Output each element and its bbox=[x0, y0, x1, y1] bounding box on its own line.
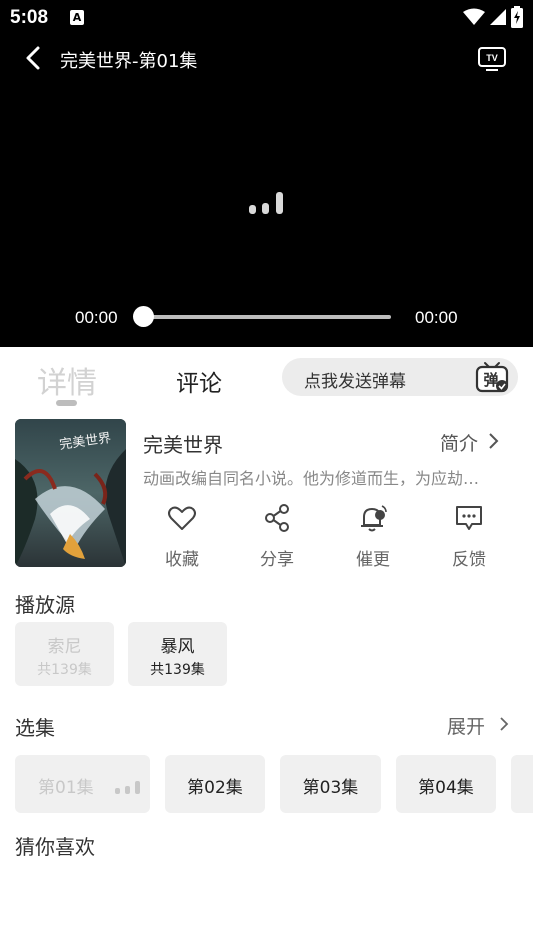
urge-update-button[interactable]: 催更 bbox=[343, 503, 403, 570]
wifi-icon bbox=[463, 8, 485, 25]
progress-thumb[interactable] bbox=[133, 306, 154, 327]
danmaku-input[interactable]: 点我发送弹幕 弹 bbox=[282, 358, 518, 396]
feedback-button[interactable]: 反馈 bbox=[439, 503, 499, 570]
episode-button[interactable]: 第04集 bbox=[396, 755, 496, 813]
source-count: 共139集 bbox=[150, 662, 205, 678]
episode-button-partial[interactable] bbox=[511, 755, 533, 813]
episode-button[interactable]: 第01集 bbox=[15, 755, 150, 813]
danmaku-toggle-icon[interactable]: 弹 bbox=[475, 360, 509, 394]
svg-text:TV: TV bbox=[486, 53, 498, 63]
expand-episodes-link[interactable]: 展开 bbox=[447, 712, 509, 739]
total-time: 00:00 bbox=[415, 308, 458, 327]
bell-icon bbox=[361, 505, 387, 532]
progress-bar[interactable] bbox=[142, 315, 391, 319]
status-bar: 5:08 A bbox=[0, 0, 533, 34]
signal-icon bbox=[490, 9, 506, 25]
episode-label: 第01集 bbox=[38, 778, 94, 798]
expand-label: 展开 bbox=[447, 716, 486, 738]
anime-title: 完美世界 bbox=[143, 433, 223, 457]
feedback-label: 反馈 bbox=[452, 550, 486, 570]
share-label: 分享 bbox=[260, 550, 294, 570]
notification-icon: A bbox=[70, 10, 84, 25]
source-section-title: 播放源 bbox=[15, 593, 75, 617]
episode-label: 第04集 bbox=[418, 778, 474, 798]
intro-link[interactable]: 简介 bbox=[440, 429, 499, 456]
episode-label: 第03集 bbox=[302, 778, 359, 798]
video-player[interactable]: 5:08 A 完美世界-第01集 TV 00:00 00:00 bbox=[0, 0, 533, 347]
chevron-right-icon bbox=[500, 717, 509, 731]
favorite-button[interactable]: 收藏 bbox=[152, 503, 212, 570]
synopsis[interactable]: 动画改编自同名小说。他为修道而生，为应劫… bbox=[143, 465, 513, 489]
favorite-label: 收藏 bbox=[165, 550, 199, 570]
share-icon bbox=[265, 504, 289, 532]
episode-label: 第02集 bbox=[187, 778, 243, 798]
source-count: 共139集 bbox=[37, 662, 92, 678]
tv-cast-icon[interactable]: TV bbox=[477, 44, 507, 72]
current-time: 00:00 bbox=[75, 308, 118, 327]
danmaku-placeholder: 点我发送弹幕 bbox=[304, 372, 406, 392]
feedback-icon bbox=[456, 506, 482, 530]
urge-update-label: 催更 bbox=[356, 550, 390, 570]
tab-indicator bbox=[56, 400, 77, 406]
source-option[interactable]: 暴风 共139集 bbox=[128, 622, 227, 686]
tab-comments[interactable]: 评论 bbox=[176, 364, 222, 398]
player-top-bar: 完美世界-第01集 TV bbox=[0, 38, 533, 78]
chevron-right-icon bbox=[489, 433, 499, 449]
video-title: 完美世界-第01集 bbox=[60, 51, 198, 72]
tab-details[interactable]: 详情 bbox=[37, 358, 97, 402]
status-icons bbox=[463, 6, 523, 28]
intro-label: 简介 bbox=[440, 433, 479, 455]
recommend-section-title: 猜你喜欢 bbox=[15, 835, 95, 859]
source-name: 暴风 bbox=[160, 637, 195, 657]
share-button[interactable]: 分享 bbox=[247, 503, 307, 570]
source-option[interactable]: 索尼 共139集 bbox=[15, 622, 114, 686]
heart-icon bbox=[168, 506, 196, 530]
episodes-section-title: 选集 bbox=[15, 716, 55, 740]
episode-button[interactable]: 第02集 bbox=[165, 755, 265, 813]
status-time: 5:08 bbox=[10, 7, 49, 28]
source-name: 索尼 bbox=[47, 637, 82, 657]
episode-button[interactable]: 第03集 bbox=[280, 755, 381, 813]
loading-indicator-icon bbox=[247, 190, 287, 214]
battery-icon bbox=[511, 6, 523, 28]
anime-poster[interactable]: 完美世界 bbox=[15, 419, 126, 567]
now-playing-icon bbox=[115, 780, 141, 794]
back-arrow-icon[interactable] bbox=[20, 44, 48, 72]
